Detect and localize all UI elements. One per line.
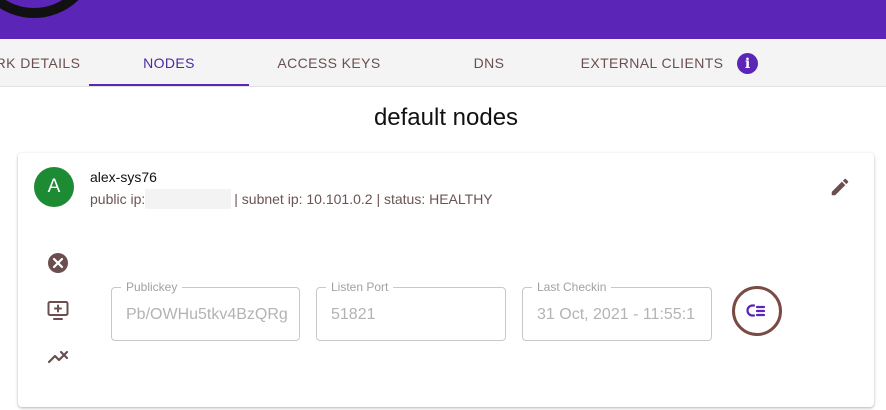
publickey-field[interactable]: Publickey Pb/OWHu5tkv4BzQRg bbox=[111, 280, 300, 341]
app-header-bar bbox=[0, 0, 886, 39]
last-checkin-value[interactable]: 31 Oct, 2021 - 11:55:1 bbox=[537, 306, 703, 324]
node-card: A alex-sys76 public ip: | subnet ip: 10.… bbox=[18, 153, 874, 407]
node-name: alex-sys76 bbox=[90, 169, 157, 185]
tab-nodes[interactable]: NODES bbox=[89, 39, 249, 86]
tab-network-details[interactable]: RK DETAILS bbox=[0, 39, 80, 86]
last-checkin-field[interactable]: Last Checkin 31 Oct, 2021 - 11:55:1 bbox=[522, 280, 712, 341]
listen-port-label: Listen Port bbox=[326, 280, 394, 294]
avatar: A bbox=[34, 167, 74, 207]
publickey-value[interactable]: Pb/OWHu5tkv4BzQRg bbox=[126, 306, 291, 324]
active-tab-indicator bbox=[89, 84, 249, 86]
last-checkin-label: Last Checkin bbox=[532, 280, 612, 294]
listen-port-value[interactable]: 51821 bbox=[331, 306, 497, 324]
public-ip-label: public ip: bbox=[90, 191, 146, 207]
page-title: default nodes bbox=[373, 104, 519, 131]
add-to-queue-icon[interactable] bbox=[46, 298, 70, 322]
cancel-circle-icon[interactable] bbox=[46, 251, 70, 275]
list-view-icon bbox=[746, 304, 766, 317]
tab-access-keys[interactable]: ACCESS KEYS bbox=[249, 39, 409, 86]
tab-external-clients[interactable]: EXTERNAL CLIENTS bbox=[571, 39, 733, 86]
listen-port-field[interactable]: Listen Port 51821 bbox=[316, 280, 506, 341]
tab-dns[interactable]: DNS bbox=[409, 39, 569, 86]
view-details-button[interactable] bbox=[732, 286, 782, 336]
node-meta: public ip: | subnet ip: 10.101.0.2 | sta… bbox=[90, 189, 493, 209]
app-logo bbox=[0, 0, 98, 18]
trending-down-icon[interactable] bbox=[46, 345, 70, 369]
publickey-label: Publickey bbox=[121, 280, 183, 294]
subnet-status-text: | subnet ip: 10.101.0.2 | status: HEALTH… bbox=[234, 191, 493, 207]
public-ip-value bbox=[145, 189, 232, 209]
edit-pencil-icon[interactable] bbox=[829, 176, 851, 198]
info-icon[interactable]: i bbox=[737, 53, 758, 74]
